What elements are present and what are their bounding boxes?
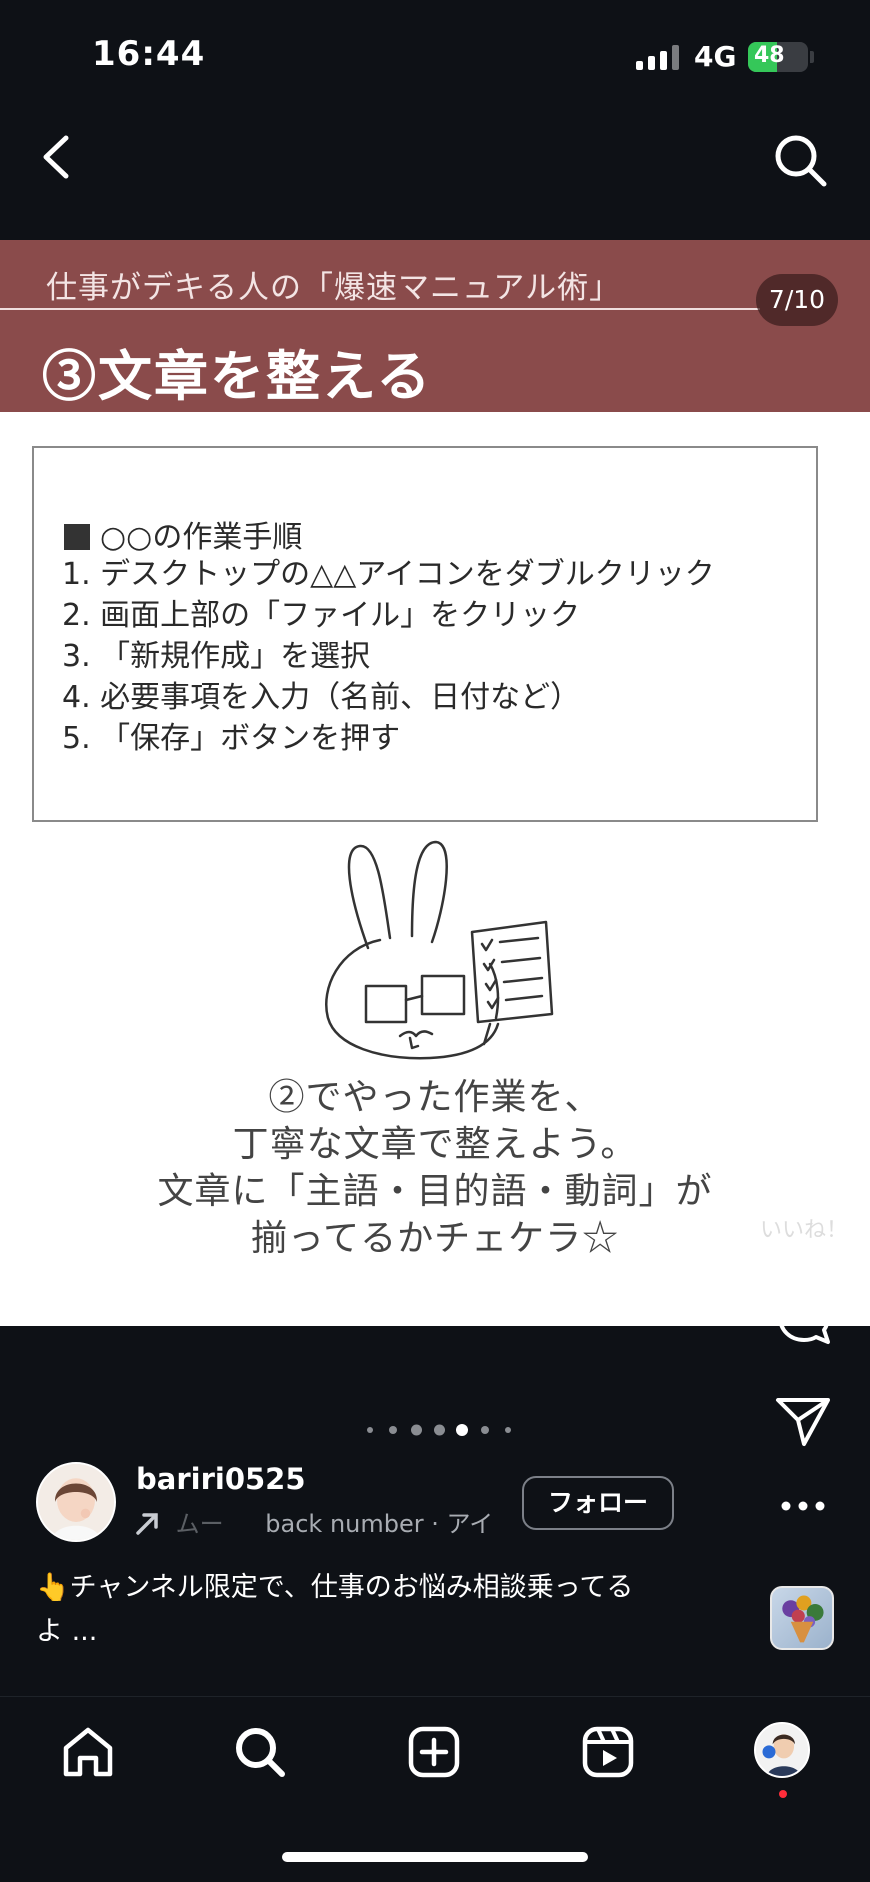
music-cover-thumbnail[interactable] bbox=[770, 1586, 834, 1650]
caption-line: 丁寧な文章で整えよう。 bbox=[232, 1124, 638, 1165]
like-label: いいね！ bbox=[760, 1218, 849, 1243]
battery-tip bbox=[810, 51, 814, 63]
notification-dot bbox=[779, 1790, 787, 1798]
heart-icon[interactable] bbox=[770, 1128, 832, 1184]
carousel-dot bbox=[433, 1424, 445, 1436]
procedure-steps: 1. デスクトップの△△アイコンをダブルクリック 2. 画面上部の「ファイル」を… bbox=[62, 554, 715, 759]
caption-line: 文章に「主語・目的語・動詞」が bbox=[157, 1171, 713, 1212]
caption-text-line: 👆チャンネル限定で、仕事のお悩み相談乗ってる bbox=[36, 1572, 634, 1603]
banner-divider bbox=[0, 308, 760, 310]
step-item: 4. 必要事項を入力（名前、日付など） bbox=[62, 680, 581, 715]
step-item: 5. 「保存」ボタンを押す bbox=[62, 721, 401, 756]
carousel-dot bbox=[367, 1427, 373, 1433]
page-indicator: 7/10 bbox=[756, 274, 838, 326]
create-icon[interactable] bbox=[406, 1724, 462, 1780]
search-nav-icon[interactable] bbox=[232, 1724, 288, 1780]
search-icon[interactable] bbox=[772, 132, 828, 188]
music-info[interactable]: ムー back number · アイラ bbox=[134, 1504, 496, 1540]
battery-percent: 48 bbox=[754, 43, 785, 68]
carousel-dot-active bbox=[456, 1424, 468, 1436]
trending-arrow-icon bbox=[136, 1513, 158, 1535]
music-text: back number · アイラ bbox=[265, 1510, 496, 1538]
network-type: 4G bbox=[694, 40, 737, 73]
caption-line: ②でやった作業を、 bbox=[268, 1077, 602, 1118]
square-bullet-icon bbox=[64, 524, 90, 550]
reels-icon[interactable] bbox=[580, 1724, 636, 1780]
home-icon[interactable] bbox=[60, 1724, 116, 1780]
follow-button[interactable]: フォロー bbox=[522, 1476, 674, 1530]
post-caption[interactable]: 👆チャンネル限定で、仕事のお悩み相談乗ってる よ ... bbox=[36, 1566, 736, 1654]
status-time: 16:44 bbox=[92, 34, 206, 74]
slide-title: ③文章を整える bbox=[42, 344, 433, 408]
carousel-slide[interactable]: 仕事がデキる人の「爆速マニュアル術」 ③文章を整える 7/10 ○○の作業手順 … bbox=[0, 240, 870, 1326]
back-icon[interactable] bbox=[36, 132, 76, 182]
avatar[interactable] bbox=[36, 1462, 116, 1542]
procedure-heading-text: ○○の作業手順 bbox=[100, 520, 303, 555]
caption-line: 揃ってるかチェケラ☆ bbox=[250, 1218, 620, 1259]
more-icon[interactable] bbox=[780, 1500, 826, 1512]
home-indicator bbox=[282, 1852, 588, 1862]
carousel-dots bbox=[364, 1420, 514, 1440]
carousel-dot bbox=[505, 1427, 511, 1433]
step-item: 1. デスクトップの△△アイコンをダブルクリック bbox=[62, 557, 715, 592]
step-item: 3. 「新規作成」を選択 bbox=[62, 639, 371, 674]
carousel-dot bbox=[410, 1424, 422, 1436]
slide-subtitle: 仕事がデキる人の「爆速マニュアル術」 bbox=[46, 270, 622, 306]
slide-banner: 仕事がデキる人の「爆速マニュアル術」 ③文章を整える 7/10 bbox=[0, 240, 870, 412]
step-item: 2. 画面上部の「ファイル」をクリック bbox=[62, 598, 581, 633]
caption-text-line: よ ... bbox=[36, 1616, 98, 1647]
battery-icon: 48 bbox=[748, 42, 808, 72]
share-icon[interactable] bbox=[774, 1394, 832, 1448]
slide-caption: ②でやった作業を、 丁寧な文章で整えよう。 文章に「主語・目的語・動詞」が 揃っ… bbox=[0, 1074, 870, 1262]
procedure-heading: ○○の作業手順 bbox=[64, 512, 302, 556]
carousel-dot bbox=[481, 1426, 489, 1434]
comment-icon[interactable] bbox=[776, 1290, 832, 1346]
username[interactable]: bariri0525 bbox=[136, 1462, 306, 1496]
music-prefix: ムー bbox=[175, 1510, 224, 1538]
procedure-box: ○○の作業手順 1. デスクトップの△△アイコンをダブルクリック 2. 画面上部… bbox=[32, 446, 818, 822]
carousel-dot bbox=[389, 1426, 397, 1434]
signal-icon bbox=[636, 44, 680, 70]
profile-avatar[interactable] bbox=[754, 1722, 810, 1778]
rabbit-illustration bbox=[325, 840, 554, 1060]
